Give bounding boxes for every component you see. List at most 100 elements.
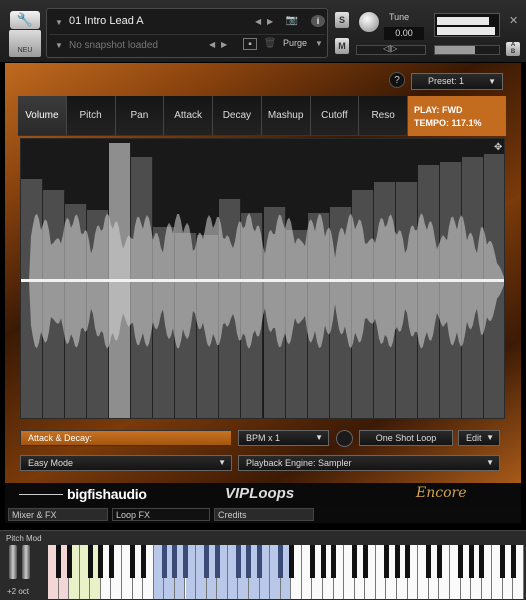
- black-key[interactable]: [362, 545, 368, 578]
- meter-left: [437, 17, 489, 25]
- kontakt-instrument-window: 🔧 NEU ▼ 01 Intro Lead A ◀ ▶ 📷 i ▼ No sna…: [0, 0, 526, 600]
- bfa-logo-line: [19, 494, 63, 495]
- mute-button[interactable]: M: [335, 38, 349, 54]
- black-key[interactable]: [331, 545, 337, 578]
- black-key[interactable]: [56, 545, 62, 578]
- black-key[interactable]: [204, 545, 210, 578]
- tab-reso[interactable]: Reso: [359, 96, 408, 136]
- edit-label: Edit: [466, 433, 482, 443]
- snapshot-label[interactable]: No snapshot loaded: [69, 40, 158, 51]
- black-key[interactable]: [383, 545, 389, 578]
- pitch-mod-label: Pitch Mod: [6, 534, 42, 543]
- trash-icon[interactable]: 🗑: [263, 38, 277, 50]
- tab-volume[interactable]: Volume: [18, 96, 67, 136]
- tab-pitch[interactable]: Pitch: [66, 96, 116, 136]
- black-key[interactable]: [140, 545, 146, 578]
- black-key[interactable]: [510, 545, 516, 578]
- tab-credits[interactable]: Credits: [214, 508, 314, 521]
- black-key[interactable]: [161, 545, 167, 578]
- instrument-name[interactable]: 01 Intro Lead A: [69, 15, 144, 27]
- bpm-label: BPM x 1: [246, 433, 281, 443]
- preset-label: Preset: 1: [428, 76, 465, 86]
- expand-icon[interactable]: ✥: [494, 142, 502, 153]
- tab-pan[interactable]: Pan: [115, 96, 165, 136]
- tab-attack[interactable]: Attack: [164, 96, 213, 136]
- next-instrument-icon[interactable]: ▶: [267, 17, 273, 26]
- octave-label[interactable]: +2 oct: [7, 587, 29, 596]
- purge-caret-icon[interactable]: ▼: [315, 39, 323, 48]
- prev-instrument-icon[interactable]: ◀: [255, 17, 261, 26]
- black-key[interactable]: [479, 545, 485, 578]
- black-key[interactable]: [87, 545, 93, 578]
- black-key[interactable]: [436, 545, 442, 578]
- save-snapshot-icon[interactable]: ▪: [243, 38, 257, 50]
- instrument-info-panel: ▼ 01 Intro Lead A ◀ ▶ 📷 i ▼ No snapshot …: [46, 8, 328, 58]
- black-key[interactable]: [405, 545, 411, 578]
- tab-loop-fx[interactable]: Loop FX: [112, 508, 210, 521]
- volume-fill: [435, 46, 475, 54]
- help-icon[interactable]: ?: [389, 72, 405, 88]
- piano-keyboard[interactable]: [48, 545, 524, 599]
- black-key[interactable]: [352, 545, 358, 578]
- tab-decay[interactable]: Decay: [213, 96, 262, 136]
- tune-knob[interactable]: [358, 11, 380, 33]
- wrench-icon[interactable]: 🔧: [10, 11, 40, 29]
- waveform-display: [21, 213, 504, 349]
- instrument-name-row: ▼ 01 Intro Lead A ◀ ▶ 📷 i: [49, 12, 325, 32]
- camera-icon[interactable]: 📷: [285, 15, 299, 27]
- bpm-dropdown[interactable]: BPM x 1 ▼: [238, 430, 329, 446]
- black-key[interactable]: [235, 545, 241, 578]
- pitch-wheel[interactable]: [9, 545, 17, 579]
- meter-right: [437, 27, 495, 35]
- play-info-panel: PLAY: FWD TEMPO: 117.1%: [408, 96, 506, 136]
- edit-dropdown[interactable]: Edit ▼: [458, 430, 500, 446]
- black-key[interactable]: [309, 545, 315, 578]
- pan-handle-icon[interactable]: ◁|▷: [383, 44, 397, 53]
- black-key[interactable]: [426, 545, 432, 578]
- black-key[interactable]: [66, 545, 72, 578]
- tab-mashup[interactable]: Mashup: [261, 96, 311, 136]
- black-key[interactable]: [468, 545, 474, 578]
- preset-caret-icon: ▼: [488, 77, 496, 86]
- mode-dropdown[interactable]: Easy Mode ▼: [20, 455, 232, 471]
- black-key[interactable]: [278, 545, 284, 578]
- playback-engine-dropdown[interactable]: Playback Engine: Sampler ▼: [238, 455, 500, 471]
- black-key[interactable]: [98, 545, 104, 578]
- tempo-readout: TEMPO: 117.1%: [414, 118, 482, 128]
- level-meter: [434, 13, 500, 37]
- black-key[interactable]: [394, 545, 400, 578]
- volume-slider[interactable]: [434, 45, 500, 55]
- mod-wheel[interactable]: [22, 545, 30, 579]
- tab-cutoff[interactable]: Cutoff: [310, 96, 360, 136]
- pan-slider[interactable]: ◁|▷: [356, 44, 426, 55]
- solo-button[interactable]: S: [335, 12, 349, 28]
- black-key[interactable]: [172, 545, 178, 578]
- one-shot-loop-button[interactable]: One Shot Loop: [359, 430, 453, 446]
- tune-value[interactable]: 0.00: [384, 27, 424, 40]
- black-key[interactable]: [458, 545, 464, 578]
- purge-dropdown[interactable]: Purge: [283, 38, 307, 48]
- step-sequencer-grid[interactable]: [20, 138, 505, 419]
- snapshot-triangle-icon[interactable]: ▼: [55, 41, 63, 50]
- modulation-tabs: Volume Pitch Pan Attack Decay Mashup Cut…: [18, 96, 408, 136]
- info-icon[interactable]: i: [311, 15, 325, 27]
- black-key[interactable]: [108, 545, 114, 578]
- black-key[interactable]: [320, 545, 326, 578]
- loop-indicator-button[interactable]: [336, 430, 353, 447]
- black-key[interactable]: [214, 545, 220, 578]
- next-snapshot-icon[interactable]: ▶: [221, 40, 227, 49]
- collapse-triangle-icon[interactable]: ▼: [55, 18, 63, 27]
- ab-toggle-button[interactable]: A B: [506, 42, 520, 56]
- engine-label: Playback Engine: Sampler: [246, 458, 352, 468]
- black-key[interactable]: [288, 545, 294, 578]
- tab-mixer-fx[interactable]: Mixer & FX: [8, 508, 108, 521]
- preset-dropdown[interactable]: Preset: 1 ▼: [411, 73, 503, 90]
- black-key[interactable]: [257, 545, 263, 578]
- black-key[interactable]: [183, 545, 188, 578]
- black-key[interactable]: [500, 545, 506, 578]
- black-key[interactable]: [246, 545, 252, 578]
- black-key[interactable]: [130, 545, 136, 578]
- attack-decay-field[interactable]: Attack & Decay:: [20, 430, 232, 446]
- prev-snapshot-icon[interactable]: ◀: [209, 40, 215, 49]
- close-icon[interactable]: ✕: [509, 14, 518, 27]
